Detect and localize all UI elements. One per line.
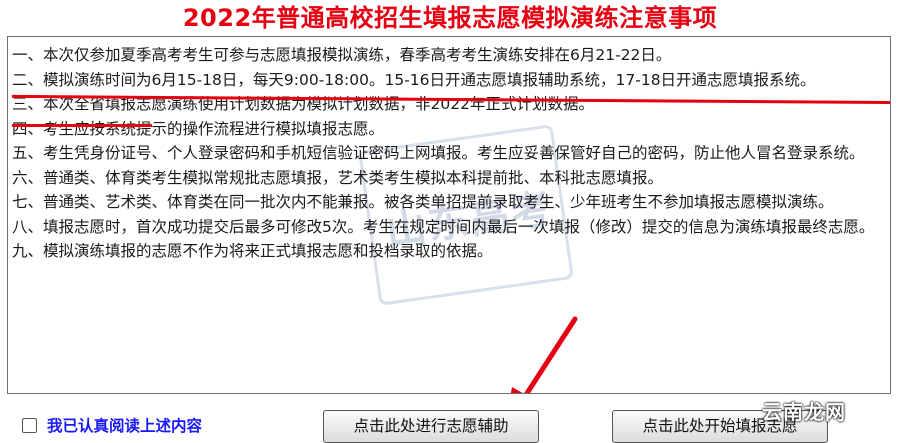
notice-item-5: 五、考生凭身份证号、个人登录密码和手机短信验证密码上网填报。考生应妥善保管好自己… (12, 144, 865, 162)
notice-item-2: 二、模拟演练时间为6月15-18日，每天9:00-18:00。15-16日开通志… (12, 70, 816, 89)
notice-item-7: 七、普通类、艺术类、体育类在同一批次内不能兼报。被各类单招提前录取考生、少年班考… (12, 193, 834, 211)
notice-list: 一、本次仅参加夏季高考考生可参与志愿填报模拟演练，春季高考考生演练安排在6月21… (12, 43, 884, 264)
agree-checkbox-label[interactable]: 我已认真阅读上述内容 (22, 414, 202, 436)
notice-box: 山东高考 一、本次仅参加夏季高考考生可参与志愿填报模拟演练，春季高考考生演练安排… (7, 36, 891, 394)
agree-text: 我已认真阅读上述内容 (47, 417, 203, 435)
notice-item-1: 一、本次仅参加夏季高考考生可参与志愿填报模拟演练，春季高考考生演练安排在6月21… (12, 46, 672, 64)
annotation-arrow-icon (510, 316, 578, 393)
assist-button[interactable]: 点击此处进行志愿辅助 (323, 410, 539, 443)
corner-watermark: 云南龙网 (762, 400, 846, 424)
notice-item-6: 六、普通类、体育类考生模拟常规批志愿填报，艺术类考生模拟本科提前批、本科批志愿填… (12, 168, 664, 187)
notice-item-9: 九、模拟演练填报的志愿不作为将来正式填报志愿和投档录取的依据。 (12, 242, 493, 260)
notice-item-4: 四、考生应按系统提示的操作流程进行模拟填报志愿。 (12, 119, 385, 138)
notice-item-8: 八、填报志愿时，首次成功提交后最多可修改5次。考生在规定时间内最后一次填报（修改… (12, 217, 875, 236)
annotation-underline-short (12, 124, 152, 127)
agree-checkbox[interactable] (22, 417, 37, 433)
page-title: 2022年普通高校招生填报志愿模拟演练注意事项 (182, 4, 718, 32)
